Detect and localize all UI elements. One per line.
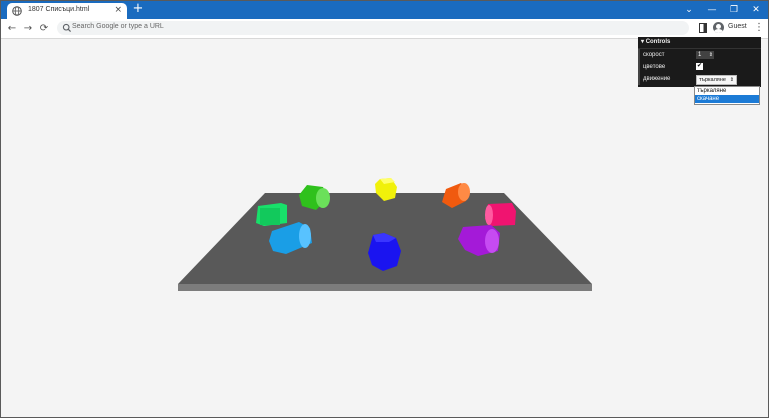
new-tab-button[interactable]: + [131,2,145,16]
guest-avatar-icon[interactable] [713,22,724,33]
tab-strip: 1807 Списъци.html × + ⌄ — ❐ ✕ [1,1,768,19]
active-tab[interactable]: 1807 Списъци.html × [7,3,127,19]
motion-row: движение търкаляне ⇕ [638,73,761,85]
3d-scene[interactable] [1,39,768,417]
platform-front-edge [178,284,592,291]
profile-label[interactable]: Guest [728,23,747,30]
speed-row: скорост 1 ⇕ [638,49,761,61]
back-button[interactable]: ← [5,22,19,35]
colors-row: цветове ✔ [638,61,761,73]
motion-label: движение [643,76,671,82]
reload-button[interactable]: ⟳ [37,22,51,35]
restore-button[interactable]: ❐ [727,3,741,17]
tab-search-chevron-icon[interactable]: ⌄ [682,3,696,17]
more-menu-icon[interactable]: ⋮ [754,21,764,34]
colors-checkbox[interactable]: ✔ [696,63,703,70]
pink-cylinder [485,203,516,226]
speed-value: 1 [698,52,702,58]
google-search-icon [62,23,72,33]
browser-toolbar: ← → ⟳ Search Google or type a URL Guest … [1,19,768,39]
minimize-button[interactable]: — [705,3,719,17]
side-panel-icon[interactable] [699,23,707,33]
controls-panel: ▾ Controls скорост 1 ⇕ цветове ✔ движени… [638,37,761,87]
tab-title: 1807 Списъци.html [28,6,90,13]
address-bar[interactable]: Search Google or type a URL [57,21,689,35]
colors-label: цветове [643,64,666,70]
close-tab-icon[interactable]: × [114,5,122,15]
motion-value: търкаляне [699,77,726,83]
globe-icon [12,6,22,16]
spring-green-cylinder [256,203,287,226]
select-arrows-icon: ⇕ [729,77,734,83]
motion-option-jump[interactable]: скачане [695,95,759,103]
address-placeholder: Search Google or type a URL [72,23,164,30]
motion-option-roll[interactable]: търкаляне [695,87,759,95]
motion-dropdown: търкаляне скачане [694,86,760,105]
forward-button[interactable]: → [21,22,35,35]
motion-select[interactable]: търкаляне ⇕ [696,75,737,85]
controls-header[interactable]: ▾ Controls [638,37,761,49]
close-window-button[interactable]: ✕ [749,3,763,17]
green-cylinder [299,185,330,210]
controls-title: Controls [645,39,671,45]
blue-cylinder [368,233,401,271]
stepper-icon[interactable]: ⇕ [709,51,713,59]
speed-label: скорост [643,52,665,58]
speed-input[interactable]: 1 ⇕ [696,51,714,59]
browser-window: 1807 Списъци.html × + ⌄ — ❐ ✕ ← → ⟳ Sear… [0,0,769,418]
